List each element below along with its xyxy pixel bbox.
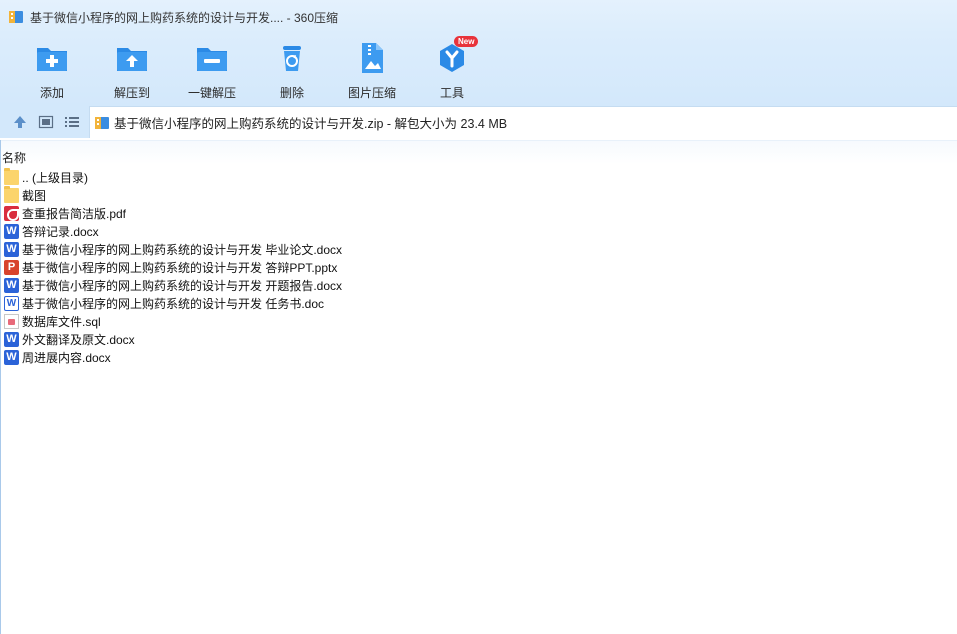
file-rows: .. (上级目录) 截图 查重报告简洁版.pdf W 答辩记录.docx W 基… — [1, 167, 342, 366]
list-item[interactable]: W 答辩记录.docx — [1, 222, 342, 240]
one-click-extract-icon — [194, 40, 230, 76]
list-item[interactable]: 查重报告简洁版.pdf — [1, 204, 342, 222]
delete-button[interactable]: 删除 — [257, 40, 327, 101]
up-arrow-icon[interactable] — [12, 114, 28, 130]
image-compress-icon — [354, 40, 390, 76]
extract-to-label: 解压到 — [113, 86, 150, 100]
list-item[interactable]: .. (上级目录) — [1, 167, 342, 186]
file-name: 查重报告简洁版.pdf — [22, 206, 127, 221]
list-item[interactable]: W 基于微信小程序的网上购药系统的设计与开发 毕业论文.docx — [1, 240, 342, 258]
file-name: 周进展内容.docx — [22, 350, 111, 365]
list-item[interactable]: P 基于微信小程序的网上购药系统的设计与开发 答辩PPT.pptx — [1, 258, 342, 276]
zip-archive-icon — [94, 115, 110, 131]
address-bar[interactable]: 基于微信小程序的网上购药系统的设计与开发.zip - 解包大小为 23.4 MB — [89, 106, 957, 138]
extract-to-icon — [114, 40, 150, 76]
file-name: 基于微信小程序的网上购药系统的设计与开发 毕业论文.docx — [22, 242, 343, 257]
word-icon: W — [4, 241, 19, 257]
ppt-icon: P — [4, 259, 19, 275]
one-click-extract-label: 一键解压 — [187, 86, 236, 100]
one-click-extract-button[interactable]: 一键解压 — [177, 40, 247, 101]
file-name: 基于微信小程序的网上购药系统的设计与开发 答辩PPT.pptx — [22, 260, 338, 275]
tools-icon: New — [434, 36, 479, 76]
tools-button[interactable]: New 工具 — [417, 36, 487, 101]
list-item[interactable]: W 周进展内容.docx — [1, 348, 342, 366]
word-icon: W — [4, 331, 19, 347]
file-name: 外文翻译及原文.docx — [22, 332, 135, 347]
address-row: 基于微信小程序的网上购药系统的设计与开发.zip - 解包大小为 23.4 MB — [0, 106, 957, 138]
word-icon: W — [4, 223, 19, 239]
thumbnail-view-icon[interactable] — [38, 114, 54, 130]
list-item[interactable]: 数据库文件.sql — [1, 312, 342, 330]
address-path: 基于微信小程序的网上购药系统的设计与开发.zip - 解包大小为 23.4 MB — [114, 117, 508, 131]
file-name: 基于微信小程序的网上购药系统的设计与开发 任务书.doc — [22, 296, 325, 311]
image-compress-button[interactable]: 图片压缩 — [337, 40, 407, 101]
toolbar: 添加 解压到 一键解压 删除 图片压缩 New 工具 — [0, 34, 957, 106]
list-view-icon[interactable] — [64, 114, 80, 130]
sql-icon — [4, 313, 19, 329]
list-item[interactable]: W 基于微信小程序的网上购药系统的设计与开发 开题报告.docx — [1, 276, 342, 294]
file-name: .. (上级目录) — [22, 170, 88, 185]
file-name: 答辩记录.docx — [22, 224, 99, 239]
list-item[interactable]: W 基于微信小程序的网上购药系统的设计与开发 任务书.doc — [1, 294, 342, 312]
column-header-name[interactable]: 名称 — [1, 140, 957, 165]
word-doc-icon: W — [4, 295, 19, 311]
word-icon: W — [4, 349, 19, 365]
new-badge: New — [454, 36, 479, 47]
add-label: 添加 — [39, 86, 64, 100]
archive-app-icon — [8, 9, 24, 25]
extract-to-button[interactable]: 解压到 — [97, 40, 167, 101]
add-button[interactable]: 添加 — [17, 40, 87, 101]
delete-label: 删除 — [279, 86, 304, 100]
file-name: 截图 — [22, 188, 47, 203]
window-title: 基于微信小程序的网上购药系统的设计与开发.... - 360压缩 — [30, 10, 339, 25]
pdf-icon — [4, 205, 19, 221]
file-name: 基于微信小程序的网上购药系统的设计与开发 开题报告.docx — [22, 278, 343, 293]
tools-label: 工具 — [439, 86, 464, 100]
delete-icon — [274, 40, 310, 76]
folder-icon — [4, 185, 19, 203]
word-icon: W — [4, 277, 19, 293]
title-bar: 基于微信小程序的网上购药系统的设计与开发.... - 360压缩 — [0, 0, 957, 34]
file-list: 名称 .. (上级目录) 截图 查重报告简洁版.pdf W 答辩记录.docx … — [0, 140, 957, 634]
list-item[interactable]: W 外文翻译及原文.docx — [1, 330, 342, 348]
add-folder-icon — [34, 40, 70, 76]
image-compress-label: 图片压缩 — [347, 86, 396, 100]
folder-icon — [4, 167, 19, 185]
file-name: 数据库文件.sql — [22, 314, 101, 329]
list-item[interactable]: 截图 — [1, 185, 342, 204]
